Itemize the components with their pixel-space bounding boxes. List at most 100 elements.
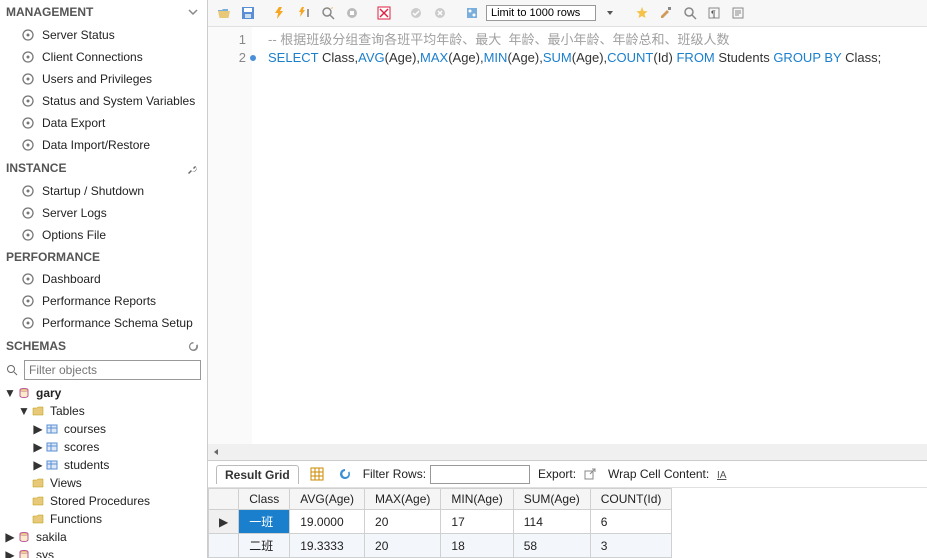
cell-0-5[interactable]: 6: [590, 510, 672, 534]
db-sys[interactable]: ▶sys: [4, 546, 207, 558]
tree-label: Views: [50, 476, 82, 490]
nav-instance-0[interactable]: Startup / Shutdown: [0, 180, 207, 202]
cell-0-4[interactable]: 114: [513, 510, 590, 534]
folder-stored-procedures[interactable]: Stored Procedures: [4, 492, 207, 510]
section-management-header: MANAGEMENT: [0, 0, 207, 24]
tree-icon: [44, 421, 60, 437]
autocommit-icon[interactable]: [462, 3, 482, 23]
nav-management-3[interactable]: Status and System Variables: [0, 90, 207, 112]
open-file-icon[interactable]: [214, 3, 234, 23]
execute-step-icon[interactable]: [294, 3, 314, 23]
stop-icon[interactable]: [342, 3, 362, 23]
tree-label: Functions: [50, 512, 102, 526]
expand-arrow-icon[interactable]: ▶: [32, 458, 44, 472]
db-sakila[interactable]: ▶sakila: [4, 528, 207, 546]
cell-0-0[interactable]: 一班: [239, 510, 290, 534]
filter-rows-input[interactable]: [430, 465, 530, 484]
wrap-cell-icon[interactable]: IA: [713, 464, 733, 484]
expand-arrow-icon[interactable]: ▶: [32, 422, 44, 436]
nav-management-0[interactable]: Server Status: [0, 24, 207, 46]
col-header-3[interactable]: MIN(Age): [441, 489, 513, 510]
col-header-4[interactable]: SUM(Age): [513, 489, 590, 510]
svg-text:IA: IA: [717, 470, 727, 481]
table-courses[interactable]: ▶courses: [4, 420, 207, 438]
grid-view-icon[interactable]: [307, 464, 327, 484]
cell-1-1[interactable]: 19.3333: [290, 534, 365, 558]
nav-label: Performance Schema Setup: [42, 316, 193, 330]
folder-views[interactable]: Views: [4, 474, 207, 492]
commit-icon[interactable]: [406, 3, 426, 23]
cell-0-3[interactable]: 17: [441, 510, 513, 534]
sql-editor[interactable]: 12 -- 根据班级分组查询各班平均年龄、最大 年龄、最小年龄、年龄总和、班级人…: [208, 27, 927, 444]
breakpoint-dot-icon[interactable]: [250, 55, 256, 61]
result-grid-tab[interactable]: Result Grid: [216, 465, 299, 484]
cell-0-1[interactable]: 19.0000: [290, 510, 365, 534]
nav-management-5[interactable]: Data Import/Restore: [0, 134, 207, 156]
wrap-toggle-icon[interactable]: [728, 3, 748, 23]
line-gutter: 12: [208, 27, 252, 444]
col-header-0[interactable]: Class: [239, 489, 290, 510]
schema-tree: ▼gary▼Tables▶courses▶scores▶studentsView…: [0, 382, 207, 558]
cell-1-3[interactable]: 18: [441, 534, 513, 558]
col-header-2[interactable]: MAX(Age): [365, 489, 441, 510]
cell-0-2[interactable]: 20: [365, 510, 441, 534]
nav-management-4[interactable]: Data Export: [0, 112, 207, 134]
cell-1-2[interactable]: 20: [365, 534, 441, 558]
h-scrollbar[interactable]: [208, 444, 927, 460]
section-management-title: MANAGEMENT: [6, 5, 185, 19]
schema-filter-input[interactable]: [24, 360, 201, 380]
commit-off-icon[interactable]: [374, 3, 394, 23]
nav-label: Server Status: [42, 28, 115, 42]
dashboard-icon: [20, 271, 36, 287]
cell-1-4[interactable]: 58: [513, 534, 590, 558]
brush-icon[interactable]: [656, 3, 676, 23]
nav-label: Users and Privileges: [42, 72, 152, 86]
cell-1-5[interactable]: 3: [590, 534, 672, 558]
expand-arrow-icon[interactable]: ▼: [4, 386, 16, 400]
refresh-results-icon[interactable]: [335, 464, 355, 484]
expand-arrow-icon[interactable]: ▶: [4, 548, 16, 558]
col-header-1[interactable]: AVG(Age): [290, 489, 365, 510]
export-icon[interactable]: [580, 464, 600, 484]
scroll-left-icon[interactable]: [208, 444, 224, 460]
find-icon[interactable]: [680, 3, 700, 23]
expand-arrow-icon[interactable]: ▼: [18, 404, 30, 418]
table-row[interactable]: ▶一班19.000020171146: [209, 510, 672, 534]
table-students[interactable]: ▶ students: [4, 456, 207, 474]
nav-instance-1[interactable]: Server Logs: [0, 202, 207, 224]
rollback-icon[interactable]: [430, 3, 450, 23]
limit-dropdown-icon[interactable]: [600, 3, 620, 23]
nav-instance-2[interactable]: Options File: [0, 224, 207, 246]
execute-icon[interactable]: [270, 3, 290, 23]
filter-rows-segment: Filter Rows:: [363, 465, 530, 484]
tree-icon: [30, 493, 46, 509]
explain-icon[interactable]: [318, 3, 338, 23]
nav-performance-1[interactable]: Performance Reports: [0, 290, 207, 312]
table-row[interactable]: 二班19.33332018583: [209, 534, 672, 558]
expand-arrow-icon[interactable]: ▶: [32, 440, 44, 454]
nav-performance-2[interactable]: Performance Schema Setup: [0, 312, 207, 334]
cell-1-0[interactable]: 二班: [239, 534, 290, 558]
refresh-schemas-icon[interactable]: [185, 338, 201, 354]
folder-functions[interactable]: Functions: [4, 510, 207, 528]
limit-rows-input[interactable]: [486, 5, 596, 21]
db-gary[interactable]: ▼gary: [4, 384, 207, 402]
wrench-icon: [185, 160, 201, 176]
save-icon[interactable]: [238, 3, 258, 23]
nav-management-1[interactable]: Client Connections: [0, 46, 207, 68]
collapse-icon[interactable]: [185, 4, 201, 20]
beautify-icon[interactable]: [632, 3, 652, 23]
nav-performance-0[interactable]: Dashboard: [0, 268, 207, 290]
tree-label: students: [64, 458, 109, 472]
section-schemas-header: SCHEMAS: [0, 334, 207, 358]
table-scores[interactable]: ▶scores: [4, 438, 207, 456]
expand-arrow-icon[interactable]: ▶: [4, 530, 16, 544]
nav-management-2[interactable]: Users and Privileges: [0, 68, 207, 90]
schema-setup-icon: [20, 315, 36, 331]
result-grid-table[interactable]: ClassAVG(Age)MAX(Age)MIN(Age)SUM(Age)COU…: [208, 488, 672, 558]
code-area[interactable]: -- 根据班级分组查询各班平均年龄、最大 年龄、最小年龄、年龄总和、班级人数SE…: [252, 27, 889, 444]
toggle-invisible-icon[interactable]: ¶: [704, 3, 724, 23]
col-header-5[interactable]: COUNT(Id): [590, 489, 672, 510]
connections-icon: [20, 49, 36, 65]
folder-tables[interactable]: ▼Tables: [4, 402, 207, 420]
